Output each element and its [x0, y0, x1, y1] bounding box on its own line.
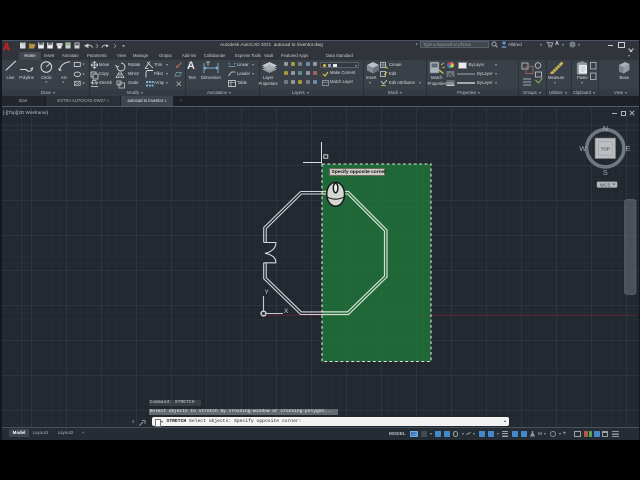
svg-text:S: S	[603, 168, 608, 177]
svg-text:E: E	[625, 144, 630, 153]
svg-text:W: W	[579, 144, 587, 153]
svg-text:TOP: TOP	[601, 147, 610, 152]
svg-text:X: X	[284, 308, 289, 315]
svg-text:WCS: WCS	[600, 182, 610, 187]
svg-text:Y: Y	[265, 289, 270, 296]
svg-text:N: N	[603, 124, 608, 133]
